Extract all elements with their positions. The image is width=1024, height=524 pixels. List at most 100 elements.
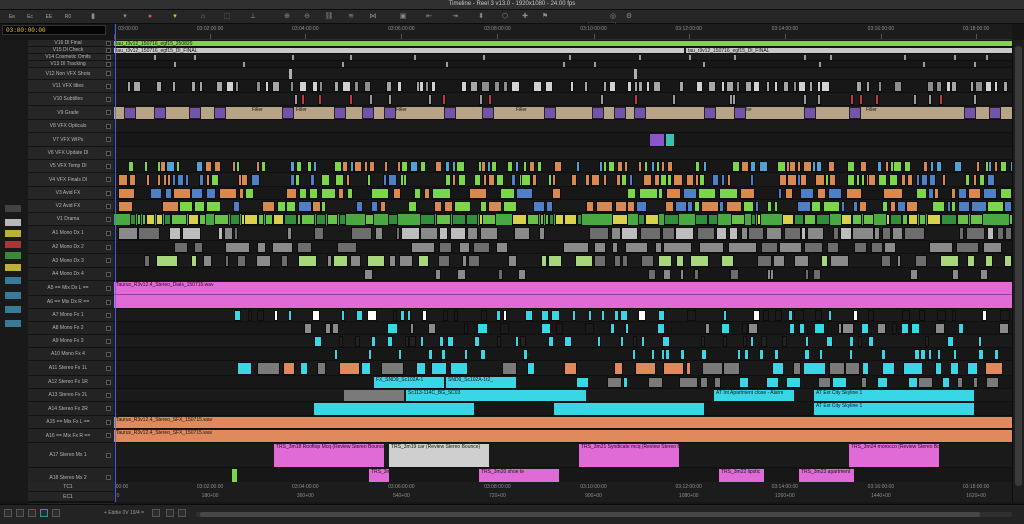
- timeline-clip[interactable]: [637, 214, 645, 225]
- timeline-clip[interactable]: [700, 201, 719, 212]
- timeline-clip[interactable]: [871, 242, 884, 253]
- timeline-clip[interactable]: [410, 161, 419, 172]
- timeline-clip[interactable]: [154, 107, 166, 119]
- timeline-clip[interactable]: [495, 310, 501, 321]
- horizontal-scrollbar[interactable]: [196, 512, 1012, 517]
- timeline-clip[interactable]: [711, 174, 719, 186]
- timeline-clip[interactable]: [796, 161, 801, 172]
- timeline-clip[interactable]: [915, 255, 927, 267]
- timeline-clip[interactable]: [813, 269, 821, 280]
- timeline-clip[interactable]: [487, 174, 496, 186]
- timeline-clip[interactable]: [481, 310, 487, 321]
- timeline-clip[interactable]: [446, 62, 448, 67]
- solo-icon[interactable]: [5, 264, 21, 271]
- timeline-clip[interactable]: [419, 227, 439, 240]
- timeline-clip[interactable]: [174, 242, 189, 253]
- timeline-clip[interactable]: [466, 227, 479, 240]
- timeline-clip[interactable]: [364, 269, 373, 280]
- timeline-clip[interactable]: [956, 214, 970, 225]
- timeline-clip[interactable]: [205, 161, 212, 172]
- track-header-a8[interactable]: A8 Mono Fx 2: [28, 322, 114, 335]
- timeline-clip[interactable]: [411, 242, 435, 253]
- timeline-clip[interactable]: [979, 174, 985, 186]
- timeline-clip[interactable]: [600, 310, 606, 321]
- timeline-clip[interactable]: [133, 81, 142, 92]
- timeline-clip[interactable]: [827, 310, 832, 321]
- timeline-clip[interactable]: [860, 174, 865, 186]
- timeline-clip[interactable]: [621, 255, 629, 267]
- timeline-clip[interactable]: [801, 227, 807, 240]
- timeline-clip[interactable]: [758, 161, 768, 172]
- timeline-clip[interactable]: [594, 242, 607, 253]
- track-header-a11[interactable]: A11 Stereo Fx 1L: [28, 361, 114, 376]
- timeline-clip[interactable]: [435, 269, 442, 280]
- timeline-clip[interactable]: [354, 336, 361, 347]
- timeline-clip[interactable]: [936, 310, 946, 321]
- timeline-clip[interactable]: [480, 161, 487, 172]
- timeline-clip[interactable]: Sc113-114C_BG_SC03: [406, 390, 586, 401]
- timeline-view-icon[interactable]: [52, 509, 60, 517]
- timeline-clip[interactable]: [936, 349, 941, 360]
- zoom-slider-start-icon[interactable]: [166, 509, 174, 517]
- timeline-clip[interactable]: [424, 81, 429, 92]
- timeline-clip[interactable]: [680, 269, 685, 280]
- timeline-clip[interactable]: [345, 174, 350, 186]
- timeline-clip[interactable]: [921, 174, 928, 186]
- timeline-clip[interactable]: [804, 107, 816, 119]
- timeline-clip[interactable]: [803, 242, 823, 253]
- timeline-clip[interactable]: [896, 201, 906, 212]
- timeline-clip[interactable]: [502, 201, 517, 212]
- timeline-clip[interactable]: [236, 362, 253, 375]
- timeline-clip[interactable]: [595, 201, 614, 212]
- timeline-clip[interactable]: [442, 310, 448, 321]
- timeline-clip[interactable]: [848, 336, 854, 347]
- timeline-clip[interactable]: [619, 336, 625, 347]
- timeline-clip[interactable]: [290, 81, 295, 92]
- timeline-clip[interactable]: [986, 55, 988, 60]
- timeline-clip[interactable]: [575, 377, 590, 388]
- timeline-clip[interactable]: [883, 188, 903, 199]
- timeline-clip[interactable]: [952, 310, 957, 321]
- timeline-clip[interactable]: [508, 255, 517, 267]
- timeline-clip[interactable]: [966, 255, 976, 267]
- timeline-tracks-area[interactable]: tau_r3v12_150716_egf15_250820 tau_r3v12_1…: [114, 40, 1012, 502]
- timeline-clip[interactable]: [783, 227, 801, 240]
- timeline-clip[interactable]: [236, 161, 241, 172]
- timeline-clip[interactable]: [224, 255, 229, 267]
- timeline-clip[interactable]: [515, 188, 534, 199]
- timeline-clip[interactable]: [819, 62, 821, 67]
- track-lane[interactable]: [114, 200, 1012, 213]
- timeline-clip[interactable]: [923, 62, 925, 67]
- timeline-clip[interactable]: [861, 323, 869, 334]
- timeline-clip[interactable]: [241, 174, 249, 186]
- timeline-clip[interactable]: [545, 201, 553, 212]
- timeline-clip[interactable]: [797, 81, 807, 92]
- timeline-clip[interactable]: [674, 201, 688, 212]
- segment-mode-icon[interactable]: ▮: [88, 12, 98, 22]
- timeline-clip[interactable]: [902, 310, 910, 321]
- timeline-clip[interactable]: [685, 174, 694, 186]
- sync-lock-icon[interactable]: [5, 230, 21, 237]
- timeline-clip[interactable]: [206, 188, 216, 199]
- timeline-clip[interactable]: [370, 201, 379, 212]
- timeline-clip[interactable]: tau_r3v12_150716_egf15_250820: [114, 41, 1012, 46]
- timeline-clip[interactable]: [569, 81, 575, 92]
- timeline-clip[interactable]: [592, 107, 604, 119]
- timeline-clip[interactable]: [414, 55, 416, 60]
- timeline-clip[interactable]: [483, 55, 485, 60]
- timeline-clip[interactable]: [858, 94, 863, 105]
- timeline-clip[interactable]: [277, 201, 286, 212]
- timeline-clip[interactable]: [244, 214, 258, 225]
- timeline-clip[interactable]: [334, 174, 345, 186]
- timeline-clip[interactable]: [861, 377, 867, 388]
- timeline-clip[interactable]: [987, 201, 1005, 212]
- timeline-clip[interactable]: [754, 201, 760, 212]
- timeline-clip[interactable]: [747, 227, 764, 240]
- track-header-v1[interactable]: V1 Drama: [28, 213, 114, 226]
- timeline-clip[interactable]: [195, 161, 204, 172]
- timeline-clip[interactable]: [435, 214, 451, 225]
- timeline-clip[interactable]: [260, 161, 267, 172]
- timeline-clip[interactable]: [876, 377, 889, 388]
- timeline-clip[interactable]: [784, 188, 793, 199]
- timeline-clip[interactable]: [647, 377, 663, 388]
